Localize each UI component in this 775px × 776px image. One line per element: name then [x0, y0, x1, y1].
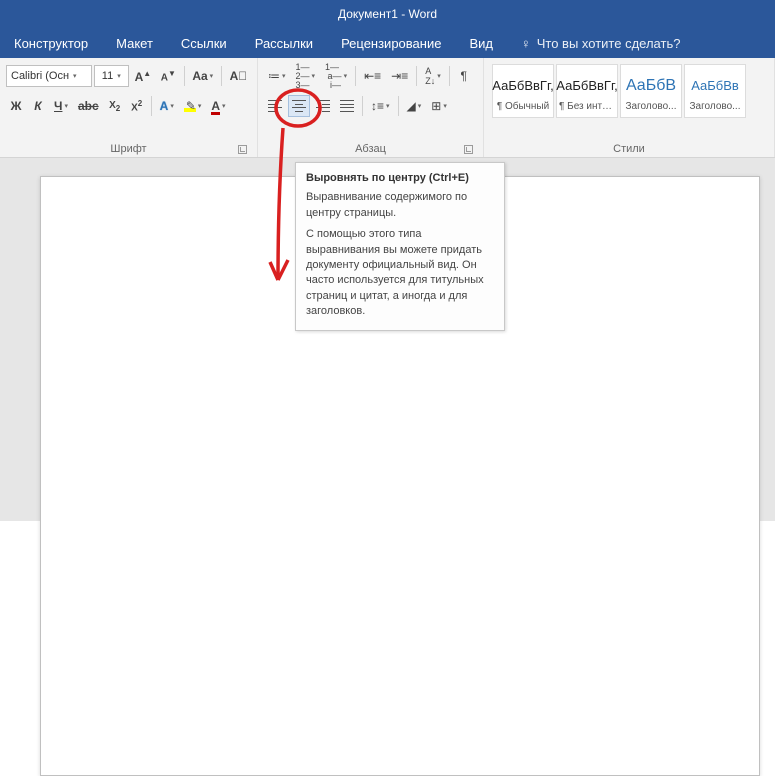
- strikethrough-button[interactable]: abc: [74, 95, 103, 117]
- bullets-icon: ≔: [268, 69, 280, 83]
- subscript-button[interactable]: X2: [105, 95, 125, 117]
- style-no-spacing[interactable]: АаБбВвГг, ¶ Без инте...: [556, 64, 618, 118]
- clear-formatting-button[interactable]: A⃠: [226, 65, 251, 87]
- paragraph-dialog-launcher[interactable]: [464, 145, 473, 154]
- decrease-indent-button[interactable]: ⇤≡: [360, 65, 385, 87]
- pilcrow-icon: ¶: [460, 69, 466, 83]
- ribbon: Calibri (Осн▾ 11▾ A▲ A▼ Aa A⃠ Ж К Ч abc …: [0, 58, 775, 158]
- borders-icon: ⊞: [431, 99, 441, 113]
- line-spacing-icon: ↕≡: [371, 99, 384, 113]
- group-styles: АаБбВвГг, ¶ Обычный АаБбВвГг, ¶ Без инте…: [484, 58, 775, 157]
- group-label-paragraph: Абзац: [355, 143, 386, 155]
- font-size-combo[interactable]: 11▾: [94, 65, 129, 87]
- ribbon-tabs: Конструктор Макет Ссылки Рассылки Реценз…: [0, 28, 775, 58]
- tab-ssylki[interactable]: Ссылки: [181, 36, 227, 51]
- align-center-icon: [292, 100, 306, 112]
- line-spacing-button[interactable]: ↕≡: [367, 95, 394, 117]
- style-heading1[interactable]: АаБбВ Заголово...: [620, 64, 682, 118]
- title-bar: Документ1 - Word: [0, 0, 775, 28]
- group-paragraph: ≔ 1—2—3— 1— a— i— ⇤≡ ⇥≡ AZ↓ ¶ ↕≡ ◢: [258, 58, 484, 157]
- align-left-button[interactable]: [264, 95, 286, 117]
- highlight-button[interactable]: ✎: [180, 95, 206, 117]
- tell-me[interactable]: ♀ Что вы хотите сделать?: [521, 36, 680, 51]
- font-name-combo[interactable]: Calibri (Осн▾: [6, 65, 92, 87]
- multilevel-list-button[interactable]: 1— a— i—: [321, 65, 351, 87]
- align-center-button[interactable]: [288, 95, 310, 117]
- sort-icon: AZ↓: [425, 66, 435, 86]
- italic-button[interactable]: К: [28, 95, 48, 117]
- window-title: Документ1 - Word: [338, 7, 437, 21]
- font-dialog-launcher[interactable]: [238, 145, 247, 154]
- align-right-button[interactable]: [312, 95, 334, 117]
- tab-maket[interactable]: Макет: [116, 36, 153, 51]
- outdent-icon: ⇤≡: [364, 69, 381, 83]
- shrink-font-button[interactable]: A▼: [157, 65, 180, 87]
- underline-button[interactable]: Ч: [50, 95, 72, 117]
- bullets-button[interactable]: ≔: [264, 65, 290, 87]
- lightbulb-icon: ♀: [521, 36, 531, 51]
- tab-rassylki[interactable]: Рассылки: [255, 36, 313, 51]
- font-color-button[interactable]: A: [207, 95, 229, 117]
- tooltip-title: Выровнять по центру (Ctrl+E): [306, 171, 494, 186]
- indent-icon: ⇥≡: [391, 69, 408, 83]
- group-label-styles: Стили: [613, 143, 645, 155]
- multilevel-icon: 1— a— i—: [325, 63, 342, 90]
- align-justify-button[interactable]: [336, 95, 358, 117]
- numbering-icon: 1—2—3—: [296, 63, 310, 90]
- group-font: Calibri (Осн▾ 11▾ A▲ A▼ Aa A⃠ Ж К Ч abc …: [0, 58, 258, 157]
- tooltip-body2: С помощью этого типа выравнивания вы мож…: [306, 227, 494, 319]
- bold-button[interactable]: Ж: [6, 95, 26, 117]
- align-right-icon: [316, 100, 330, 112]
- tab-recenz[interactable]: Рецензирование: [341, 36, 441, 51]
- grow-font-button[interactable]: A▲: [131, 65, 155, 87]
- align-left-icon: [268, 100, 282, 112]
- paint-bucket-icon: ◢: [407, 99, 416, 113]
- show-marks-button[interactable]: ¶: [454, 65, 474, 87]
- sort-button[interactable]: AZ↓: [421, 65, 445, 87]
- shading-button[interactable]: ◢: [403, 95, 426, 117]
- align-justify-icon: [340, 100, 354, 112]
- borders-button[interactable]: ⊞: [427, 95, 451, 117]
- tab-konstruktor[interactable]: Конструктор: [14, 36, 88, 51]
- group-label-font: Шрифт: [110, 143, 146, 155]
- style-normal[interactable]: АаБбВвГг, ¶ Обычный: [492, 64, 554, 118]
- tell-me-text: Что вы хотите сделать?: [537, 36, 681, 51]
- text-effects-button[interactable]: A: [156, 95, 178, 117]
- superscript-button[interactable]: X2: [127, 95, 147, 117]
- tooltip-body1: Выравнивание содержимого по центру стран…: [306, 190, 494, 221]
- increase-indent-button[interactable]: ⇥≡: [387, 65, 412, 87]
- tooltip-align-center: Выровнять по центру (Ctrl+E) Выравнивани…: [295, 162, 505, 331]
- tab-vid[interactable]: Вид: [469, 36, 493, 51]
- style-heading2[interactable]: АаБбВв Заголово...: [684, 64, 746, 118]
- numbering-button[interactable]: 1—2—3—: [292, 65, 320, 87]
- change-case-button[interactable]: Aa: [189, 65, 217, 87]
